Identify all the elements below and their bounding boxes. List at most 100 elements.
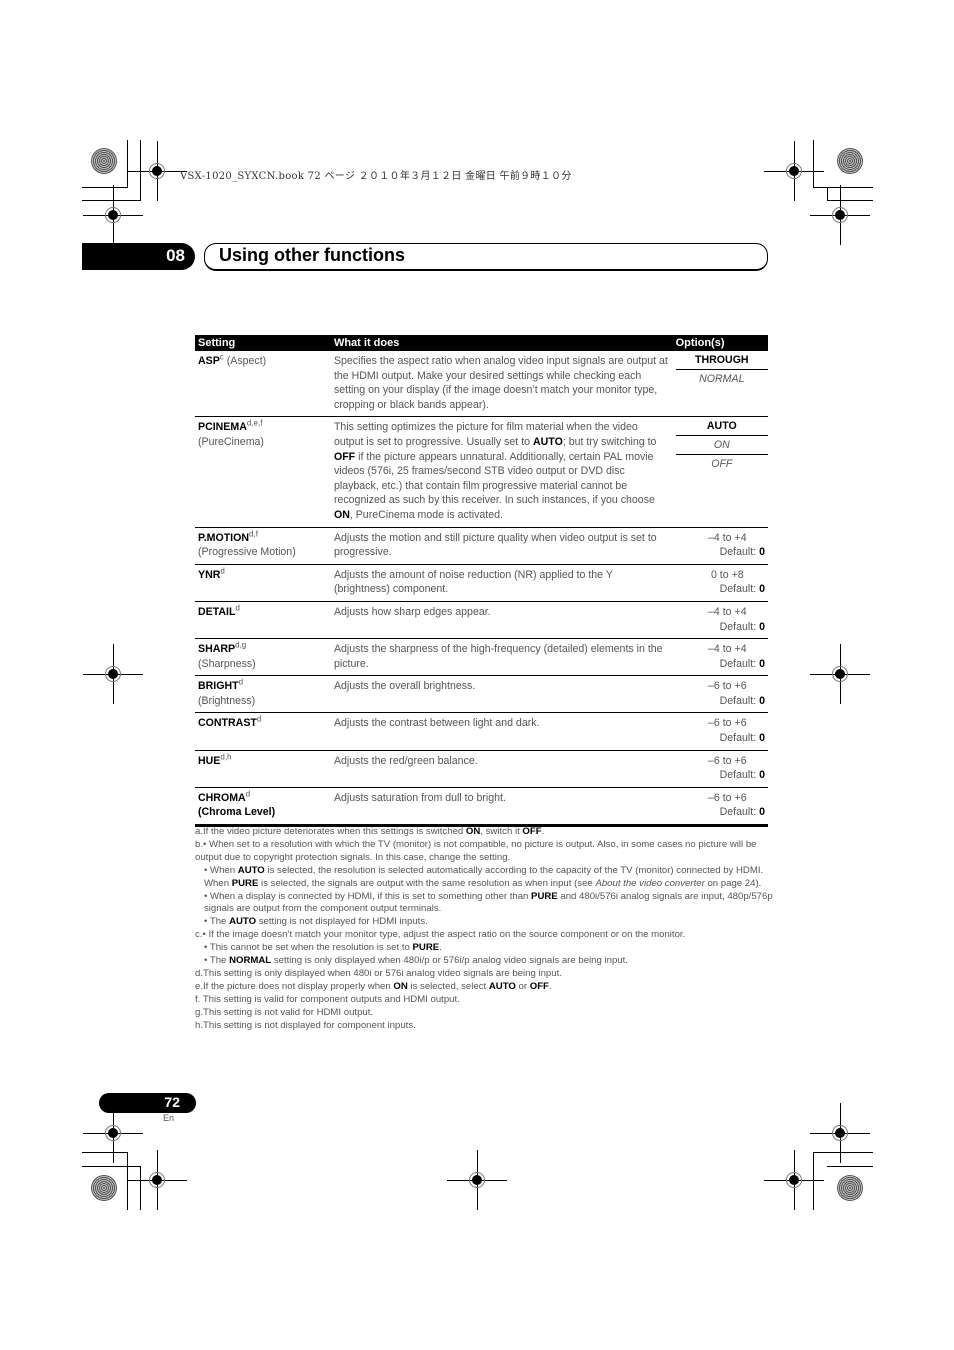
footnote-text: setting is only displayed when 480i/p or… xyxy=(271,955,628,967)
options-cell: 0 to +8 Default: 0 xyxy=(672,564,768,602)
page-number-tab: 72 xyxy=(99,1093,196,1113)
description-text: Specifies the aspect ratio when analog v… xyxy=(333,355,668,411)
footnote-text: . xyxy=(548,980,552,992)
table-row: HUEd,h Adjusts the red/green balance. –6 t… xyxy=(195,750,768,788)
footnote-text: e.If the picture does not display proper… xyxy=(195,980,394,992)
footnote-keyword: PURE xyxy=(412,942,440,954)
footnote-text: on page 24). xyxy=(704,877,762,889)
setting-cell: ASPc (Aspect) xyxy=(195,351,331,418)
setting-cell: YNRd xyxy=(195,564,331,602)
footnote-keyword: OFF xyxy=(529,980,549,992)
description-cell: Adjusts the sharpness of the high-freque… xyxy=(330,638,673,677)
setting-cell: PCINEMAd,e,f (PureCinema) xyxy=(195,416,331,528)
setting-subtitle: (PureCinema) xyxy=(198,435,264,448)
footnote-keyword: ON xyxy=(393,980,408,992)
default-label: Default: xyxy=(719,769,760,782)
option-range: –4 to +4 xyxy=(708,643,747,656)
default-value: 0 xyxy=(759,546,765,559)
description-cell: Adjusts the red/green balance. xyxy=(330,750,673,788)
option-range: 0 to +8 xyxy=(710,568,744,581)
footnote-keyword: OFF xyxy=(522,826,542,837)
footnote-text: • The xyxy=(204,955,230,967)
footnote-keyword: AUTO xyxy=(229,916,257,928)
setting-subtitle: (Chroma Level) xyxy=(198,806,276,819)
default-value: 0 xyxy=(759,657,765,670)
footnote-text: setting is not displayed for HDMI inputs… xyxy=(256,916,428,928)
description-text: OFF xyxy=(333,450,356,463)
option-value: ON xyxy=(675,436,768,456)
setting-cell: CONTRASTd xyxy=(195,712,331,751)
setting-subtitle: (Progressive Motion) xyxy=(198,546,296,559)
footnote-text: • When a display is connected by HDMI, i… xyxy=(204,890,532,902)
footnote: h.This setting is not displayed for comp… xyxy=(195,1020,775,1033)
color-rosette-icon xyxy=(837,1175,863,1201)
default-label: Default: xyxy=(719,546,760,559)
default-value: 0 xyxy=(759,806,765,819)
option-range: –4 to +4 xyxy=(708,605,747,618)
color-rosette-icon xyxy=(91,148,117,174)
table-row: P.MOTIONd,f (Progressive Motion) Adjusts t… xyxy=(195,527,768,565)
registration-mark-icon xyxy=(83,1103,143,1163)
footnote-ref: d xyxy=(235,603,240,613)
table-row: CHROMAd (Chroma Level) Adjusts saturation … xyxy=(195,787,768,828)
footnote-text: b.• When set to a resolution with which … xyxy=(195,838,757,863)
option-range: –6 to +6 xyxy=(708,680,747,693)
footnote: f. This setting is valid for component o… xyxy=(195,994,775,1007)
setting-cell: HUEd,h xyxy=(195,750,331,788)
print-header: VSX-1020_SYXCN.book 72 ページ ２０１０年３月１２日 金曜… xyxy=(180,171,572,182)
setting-name: ASP xyxy=(198,355,220,367)
options-cell: –6 to +6 Default: 0 xyxy=(672,787,768,828)
footnotes: a.If the video picture deteriorates when… xyxy=(195,826,775,1033)
option-value: OFF xyxy=(711,458,733,471)
default-value: 0 xyxy=(759,769,765,782)
default-label: Default: xyxy=(719,806,760,819)
registration-mark-icon xyxy=(447,1150,507,1210)
setting-name: P.MOTION xyxy=(198,531,250,544)
setting-name: YNR xyxy=(198,568,221,581)
column-header-what-it-does: What it does xyxy=(330,335,673,351)
default-label: Default: xyxy=(719,694,760,707)
default-value-line: Default: 0 xyxy=(676,657,765,672)
setting-name: SHARP xyxy=(198,643,236,656)
description-cell: Adjusts how sharp edges appear. xyxy=(330,601,673,640)
table-row: DETAILd Adjusts how sharp edges appear. –4… xyxy=(195,601,768,640)
page-number: 72 xyxy=(164,1094,180,1110)
footnote-ref: d,g xyxy=(235,640,247,650)
registration-mark-icon xyxy=(810,644,870,704)
setting-subtitle: (Sharpness) xyxy=(198,657,256,670)
footnote-ref: d,f xyxy=(249,529,258,538)
default-value: 0 xyxy=(759,732,765,745)
default-label: Default: xyxy=(719,657,760,670)
description-text: AUTO xyxy=(532,435,563,448)
description-cell: This setting optimizes the picture for f… xyxy=(330,416,673,528)
options-cell: –4 to +4 Default: 0 xyxy=(672,638,768,677)
default-value-line: Default: 0 xyxy=(676,731,765,746)
footnote: g.This setting is not valid for HDMI out… xyxy=(195,1007,775,1020)
table-row: YNRd Adjusts the amount of noise reductio… xyxy=(195,564,768,602)
footnote-text: d.This setting is only displayed when 48… xyxy=(195,967,562,979)
footnote-text: , switch it xyxy=(480,826,523,837)
default-value-line: Default: 0 xyxy=(676,582,765,597)
setting-cell: DETAILd xyxy=(195,601,331,640)
description-text: Adjusts how sharp edges appear. xyxy=(333,605,491,618)
setting-cell: CHROMAd (Chroma Level) xyxy=(195,787,331,828)
setting-cell: BRIGHTd (Brightness) xyxy=(195,675,331,714)
footnote: • When AUTO is selected, the resolution … xyxy=(195,865,775,891)
setting-subtitle: (Brightness) xyxy=(198,694,256,707)
footnote: c.• If the image doesn’t match your moni… xyxy=(195,929,775,942)
description-cell: Adjusts the contrast between light and d… xyxy=(330,712,673,751)
description-cell: Adjusts saturation from dull to bright. xyxy=(330,787,673,828)
footnote-text: is selected, the signals are output with… xyxy=(258,877,596,889)
footnote-ref: d xyxy=(238,677,244,687)
footnote-text: a.If the video picture deteriorates when… xyxy=(195,826,466,837)
registration-mark-icon xyxy=(810,1103,870,1163)
options-cell: –4 to +4 Default: 0 xyxy=(672,527,768,565)
footnote: a.If the video picture deteriorates when… xyxy=(195,826,775,839)
default-label: Default: xyxy=(719,732,760,745)
page-language: En xyxy=(163,1113,175,1123)
setting-name: HUE xyxy=(198,754,221,767)
table-header-row: Setting What it does Option(s) xyxy=(195,335,768,351)
column-header-setting: Setting xyxy=(195,335,331,351)
chapter-title: Using other functions xyxy=(219,245,405,265)
default-value: 0 xyxy=(759,694,765,707)
